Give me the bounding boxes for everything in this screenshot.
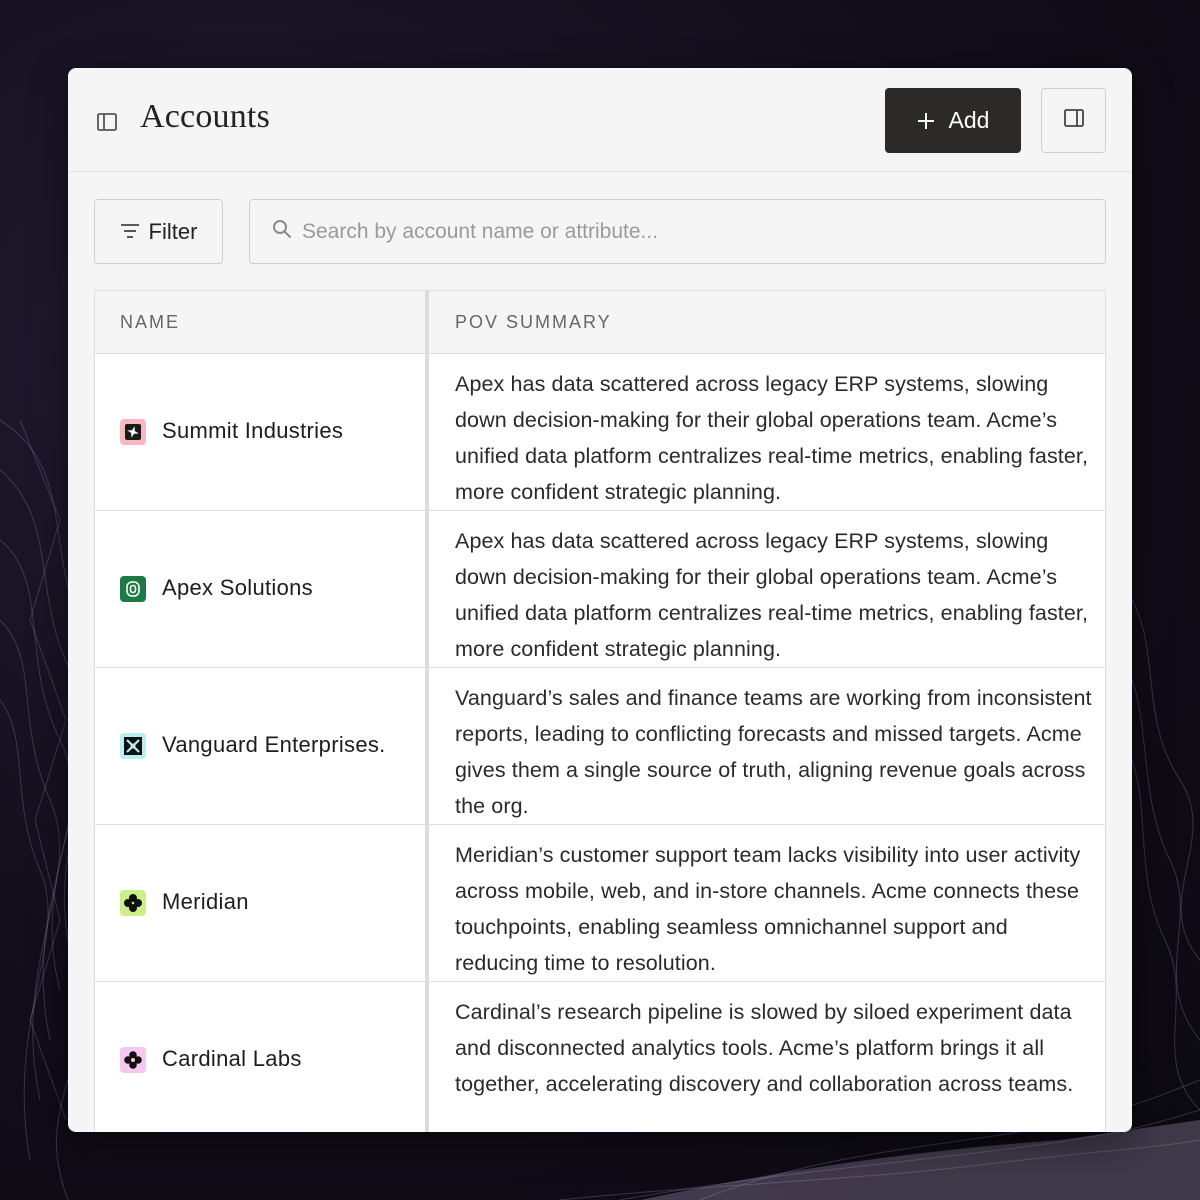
right-panel-icon bbox=[1063, 107, 1085, 134]
table-row[interactable]: Vanguard Enterprises. Vanguard’s sales a… bbox=[95, 668, 1105, 825]
accounts-panel: Accounts Add Filter Search by account na… bbox=[68, 68, 1132, 1132]
table-row[interactable]: Summit Industries Apex has data scattere… bbox=[95, 354, 1105, 511]
pov-summary: Cardinal’s research pipeline is slowed b… bbox=[455, 1000, 1074, 1096]
search-box[interactable] bbox=[249, 199, 1106, 264]
pov-summary: Meridian’s customer support team lacks v… bbox=[455, 843, 1081, 975]
column-divider[interactable] bbox=[425, 291, 429, 1132]
page-title: Accounts bbox=[140, 98, 271, 135]
cross-badge-icon bbox=[120, 733, 146, 759]
toggle-right-panel-button[interactable] bbox=[1041, 88, 1106, 153]
table-row[interactable]: Cardinal Labs Cardinal’s research pipeli… bbox=[95, 982, 1105, 1132]
filter-icon bbox=[120, 219, 140, 245]
column-header-name[interactable]: NAME bbox=[120, 312, 180, 333]
account-name[interactable]: Meridian bbox=[162, 889, 249, 915]
pov-summary: Vanguard’s sales and finance teams are w… bbox=[455, 686, 1092, 818]
pov-summary: Apex has data scattered across legacy ER… bbox=[455, 372, 1089, 504]
table-row[interactable]: Meridian Meridian’s customer support tea… bbox=[95, 825, 1105, 982]
account-name[interactable]: Summit Industries bbox=[162, 418, 343, 444]
pov-summary: Apex has data scattered across legacy ER… bbox=[455, 529, 1089, 661]
flower-badge-icon bbox=[120, 1047, 146, 1073]
sidebar-toggle-icon[interactable] bbox=[96, 111, 118, 133]
table-header: NAME POV SUMMARY bbox=[95, 291, 1105, 354]
clover-badge-icon bbox=[120, 890, 146, 916]
page-header: Accounts Add bbox=[68, 68, 1132, 172]
account-name[interactable]: Cardinal Labs bbox=[162, 1046, 302, 1072]
filter-label: Filter bbox=[148, 218, 198, 244]
search-icon bbox=[272, 219, 292, 244]
account-name[interactable]: Vanguard Enterprises. bbox=[162, 732, 386, 758]
filter-button[interactable]: Filter bbox=[94, 199, 223, 264]
table-row[interactable]: Apex Solutions Apex has data scattered a… bbox=[95, 511, 1105, 668]
search-input[interactable] bbox=[302, 219, 1105, 244]
add-button[interactable]: Add bbox=[885, 88, 1021, 153]
accounts-table: NAME POV SUMMARY Summit Industries Apex … bbox=[94, 290, 1106, 1132]
ring-badge-icon bbox=[120, 576, 146, 602]
star-badge-icon bbox=[120, 419, 146, 445]
account-name[interactable]: Apex Solutions bbox=[162, 575, 313, 601]
plus-icon bbox=[917, 107, 935, 135]
column-header-pov-summary[interactable]: POV SUMMARY bbox=[455, 312, 612, 333]
add-button-label: Add bbox=[948, 107, 990, 133]
